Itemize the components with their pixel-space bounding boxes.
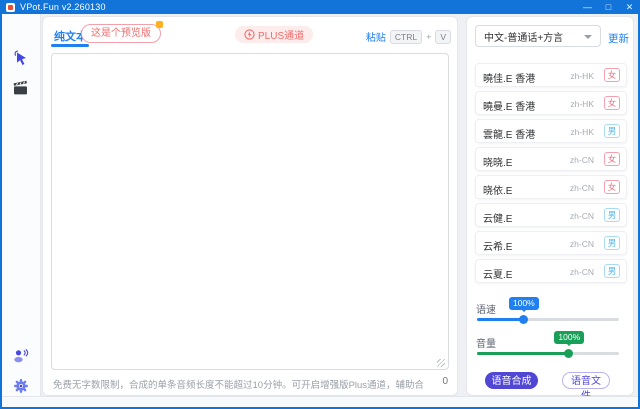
voice-row[interactable]: 云希.E zh-CN 男 bbox=[475, 231, 627, 255]
volume-value-badge: 100% bbox=[554, 331, 584, 344]
gender-badge: 女 bbox=[604, 96, 620, 110]
gender-badge: 男 bbox=[604, 264, 620, 278]
gender-badge: 女 bbox=[604, 152, 620, 166]
voice-row[interactable]: 晓晓.E zh-CN 女 bbox=[475, 147, 627, 171]
clapperboard-icon[interactable] bbox=[13, 80, 29, 96]
voice-lang: zh-CN bbox=[570, 267, 594, 277]
voice-lang: zh-HK bbox=[570, 99, 594, 109]
voice-panel: 中文-普通话+方言 更新 曉佳.E 香港 zh-HK 女 曉曼.E 香港 zh-… bbox=[466, 16, 634, 396]
volume-slider-thumb[interactable] bbox=[564, 349, 573, 358]
voice-name: 曉佳.E 香港 bbox=[483, 70, 535, 85]
gender-badge: 女 bbox=[604, 68, 620, 82]
update-link[interactable]: 更新 bbox=[608, 31, 629, 46]
gender-badge: 男 bbox=[604, 208, 620, 222]
char-count: 0 bbox=[442, 376, 448, 387]
voice-name: 晓依.E bbox=[483, 182, 512, 197]
volume-slider-fill bbox=[477, 352, 569, 355]
gender-badge: 男 bbox=[604, 236, 620, 250]
minimize-button[interactable]: — bbox=[577, 0, 598, 14]
speed-value-badge: 100% bbox=[509, 297, 539, 310]
voice-lang: zh-CN bbox=[570, 211, 594, 221]
voice-name: 晓晓.E bbox=[483, 154, 512, 169]
tab-preview-version[interactable]: 这是个预览版 bbox=[81, 24, 161, 43]
voice-lang: zh-CN bbox=[570, 183, 594, 193]
active-tab-underline bbox=[51, 44, 89, 47]
voice-speaker-icon[interactable] bbox=[13, 348, 29, 364]
kbd-v: V bbox=[435, 30, 451, 44]
chevron-down-icon bbox=[584, 35, 592, 43]
voice-lang: zh-HK bbox=[570, 71, 594, 81]
volume-slider[interactable]: 100% bbox=[477, 329, 619, 355]
plus-channel-button[interactable]: PLUS通道 bbox=[235, 26, 313, 43]
textarea-resize-handle[interactable] bbox=[437, 359, 445, 367]
voice-lang: zh-CN bbox=[570, 239, 594, 249]
gender-badge: 女 bbox=[604, 180, 620, 194]
kbd-ctrl: CTRL bbox=[390, 30, 422, 44]
voice-lang: zh-CN bbox=[570, 155, 594, 165]
voice-row[interactable]: 雲龍.E 香港 zh-HK 男 bbox=[475, 119, 627, 143]
kbd-plus-sign: + bbox=[426, 32, 431, 42]
window-bottom-strip bbox=[2, 396, 638, 407]
voice-name: 云健.E bbox=[483, 210, 512, 225]
close-button[interactable]: ✕ bbox=[619, 0, 640, 14]
title-bar: VPot.Fun v2.260130 — □ ✕ bbox=[0, 0, 640, 14]
window-controls: — □ ✕ bbox=[577, 0, 640, 14]
preview-notification-badge bbox=[156, 21, 163, 28]
settings-gear-icon[interactable] bbox=[13, 378, 29, 394]
paste-shortcut[interactable]: 粘贴 CTRL + V bbox=[366, 29, 451, 44]
voice-name: 云夏.E bbox=[483, 266, 512, 281]
language-select[interactable]: 中文-普通话+方言 bbox=[475, 25, 601, 47]
gender-badge: 男 bbox=[604, 124, 620, 138]
cursor-icon[interactable] bbox=[13, 50, 29, 66]
audio-file-button[interactable]: 语音文件 bbox=[562, 372, 610, 389]
window-title: VPot.Fun v2.260130 bbox=[20, 2, 106, 12]
maximize-button[interactable]: □ bbox=[598, 0, 619, 14]
app-logo-icon bbox=[6, 3, 15, 12]
voice-name: 曉曼.E 香港 bbox=[483, 98, 535, 113]
left-sidebar bbox=[2, 14, 41, 396]
tab-preview-label: 这是个预览版 bbox=[91, 28, 151, 39]
paste-label: 粘贴 bbox=[366, 29, 386, 44]
plus-channel-label: PLUS通道 bbox=[258, 27, 304, 42]
text-input-area[interactable] bbox=[51, 53, 449, 370]
voice-name: 雲龍.E 香港 bbox=[483, 126, 535, 141]
speed-slider[interactable]: 100% bbox=[477, 295, 619, 321]
speed-slider-fill bbox=[477, 318, 524, 321]
voice-row[interactable]: 曉佳.E 香港 zh-HK 女 bbox=[475, 63, 627, 87]
speed-slider-thumb[interactable] bbox=[519, 315, 528, 324]
language-select-value: 中文-普通话+方言 bbox=[484, 29, 563, 44]
app-window: VPot.Fun v2.260130 — □ ✕ bbox=[0, 0, 640, 409]
voice-lang: zh-HK bbox=[570, 127, 594, 137]
free-limit-note: 免费无字数限制，合成的单条音频长度不能超过10分钟。可开启增强版Plus通道，辅… bbox=[53, 377, 423, 391]
voice-row[interactable]: 晓依.E zh-CN 女 bbox=[475, 175, 627, 199]
voice-row[interactable]: 曉曼.E 香港 zh-HK 女 bbox=[475, 91, 627, 115]
voice-row[interactable]: 云健.E zh-CN 男 bbox=[475, 203, 627, 227]
voice-row[interactable]: 云夏.E zh-CN 男 bbox=[475, 259, 627, 283]
content-area: 纯文本 这是个预览版 PLUS通道 粘贴 CTRL + V bbox=[2, 14, 638, 407]
editor-panel: 纯文本 这是个预览版 PLUS通道 粘贴 CTRL + V bbox=[42, 16, 458, 396]
voice-name: 云希.E bbox=[483, 238, 512, 253]
plus-bolt-icon bbox=[244, 29, 255, 40]
synthesize-button[interactable]: 语音合成 bbox=[485, 372, 538, 389]
